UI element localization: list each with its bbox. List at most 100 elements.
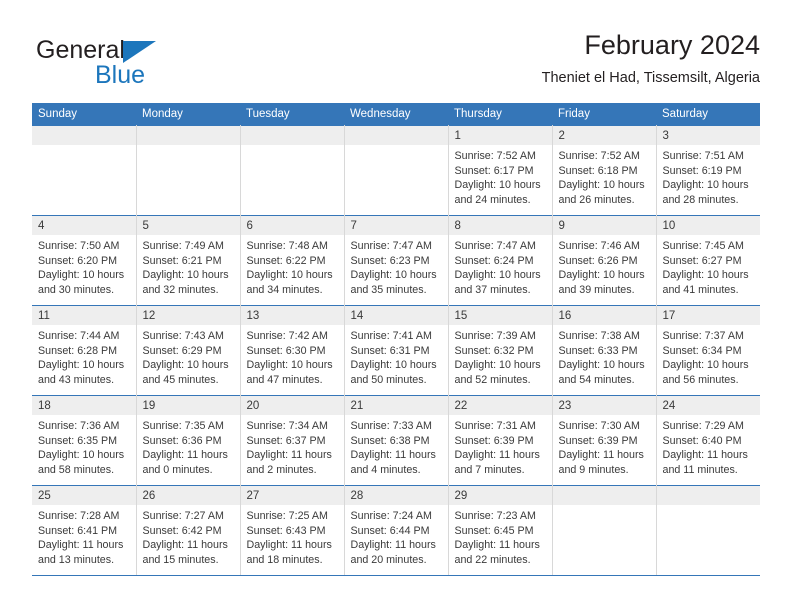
day-detail-line: Sunset: 6:22 PM — [246, 254, 326, 267]
day-detail-line: Sunrise: 7:47 AM — [454, 240, 536, 252]
day-detail-line: and 13 minutes. — [38, 553, 115, 566]
day-detail-line: Sunrise: 7:36 AM — [38, 420, 120, 432]
day-detail-line: Sunset: 6:38 PM — [350, 434, 430, 447]
calendar-day-cell[interactable]: 16 Sunrise: 7:38 AM Sunset: 6:33 PM Dayligh… — [552, 305, 657, 396]
calendar-empty-cell — [552, 485, 657, 576]
day-detail-line: Sunset: 6:35 PM — [38, 434, 118, 447]
calendar-day-cell[interactable]: 23 Sunrise: 7:30 AM Sunset: 6:39 PM Dayligh… — [552, 395, 657, 486]
day-detail-line: Daylight: 11 hours — [350, 449, 436, 462]
day-details: Sunrise: 7:44 AM Sunset: 6:28 PM Daylight:… — [32, 325, 136, 387]
calendar-day-cell[interactable]: 14 Sunrise: 7:41 AM Sunset: 6:31 PM Dayligh… — [344, 305, 449, 396]
day-detail-line: Sunrise: 7:33 AM — [350, 420, 432, 432]
day-detail-line: and 41 minutes. — [662, 283, 739, 296]
day-details — [137, 145, 240, 149]
day-number — [656, 486, 760, 505]
day-detail-line: Daylight: 10 hours — [142, 359, 229, 372]
day-detail-line: Sunset: 6:44 PM — [350, 524, 430, 537]
day-details: Sunrise: 7:47 AM Sunset: 6:23 PM Daylight:… — [345, 235, 448, 297]
calendar-day-cell[interactable]: 27 Sunrise: 7:25 AM Sunset: 6:43 PM Dayligh… — [240, 485, 345, 576]
day-detail-line: Sunrise: 7:43 AM — [142, 330, 224, 342]
day-detail-line: Sunrise: 7:29 AM — [662, 420, 744, 432]
calendar-day-cell[interactable]: 24 Sunrise: 7:29 AM Sunset: 6:40 PM Dayligh… — [656, 395, 760, 486]
calendar-day-cell[interactable]: 7 Sunrise: 7:47 AM Sunset: 6:23 PM Daylight… — [344, 215, 449, 306]
calendar-day-cell[interactable]: 28 Sunrise: 7:24 AM Sunset: 6:44 PM Dayligh… — [344, 485, 449, 576]
day-detail-line: Sunrise: 7:52 AM — [454, 150, 536, 162]
day-detail-line: Daylight: 10 hours — [350, 269, 437, 282]
day-detail-line: Sunrise: 7:49 AM — [142, 240, 224, 252]
day-details — [345, 145, 448, 149]
calendar-day-cell[interactable]: 18 Sunrise: 7:36 AM Sunset: 6:35 PM Dayligh… — [32, 395, 137, 486]
day-detail-line: and 9 minutes. — [558, 463, 629, 476]
calendar-day-cell[interactable]: 17 Sunrise: 7:37 AM Sunset: 6:34 PM Dayligh… — [656, 305, 760, 396]
day-detail-line: Daylight: 11 hours — [558, 449, 644, 462]
calendar-day-cell[interactable]: 3 Sunrise: 7:51 AM Sunset: 6:19 PM Daylight… — [656, 125, 761, 216]
calendar-day-cell[interactable]: 20 Sunrise: 7:34 AM Sunset: 6:37 PM Dayligh… — [240, 395, 345, 486]
day-detail-line: and 52 minutes. — [454, 373, 531, 386]
calendar-day-cell[interactable]: 6 Sunrise: 7:48 AM Sunset: 6:22 PM Daylight… — [240, 215, 345, 306]
day-detail-line: Daylight: 11 hours — [454, 539, 540, 552]
day-detail-line: Daylight: 11 hours — [350, 539, 436, 552]
day-detail-line: Sunset: 6:23 PM — [350, 254, 430, 267]
calendar-day-cell[interactable]: 15 Sunrise: 7:39 AM Sunset: 6:32 PM Dayligh… — [448, 305, 553, 396]
calendar-day-cell[interactable]: 22 Sunrise: 7:31 AM Sunset: 6:39 PM Dayligh… — [448, 395, 553, 486]
day-detail-line: Sunrise: 7:52 AM — [558, 150, 640, 162]
calendar-day-cell[interactable]: 12 Sunrise: 7:43 AM Sunset: 6:29 PM Dayligh… — [136, 305, 241, 396]
day-detail-line: and 2 minutes. — [246, 463, 317, 476]
day-details: Sunrise: 7:52 AM Sunset: 6:17 PM Daylight:… — [449, 145, 552, 207]
day-detail-line: Daylight: 10 hours — [454, 269, 541, 282]
day-detail-line: Sunset: 6:39 PM — [454, 434, 534, 447]
calendar-day-cell[interactable]: 9 Sunrise: 7:46 AM Sunset: 6:26 PM Daylight… — [552, 215, 657, 306]
day-detail-line: Sunset: 6:27 PM — [662, 254, 742, 267]
day-number: 1 — [448, 126, 552, 145]
day-detail-line: Sunset: 6:42 PM — [142, 524, 222, 537]
day-detail-line: Sunrise: 7:47 AM — [350, 240, 432, 252]
day-detail-line: Sunset: 6:33 PM — [558, 344, 638, 357]
day-number: 16 — [552, 306, 656, 325]
day-details: Sunrise: 7:24 AM Sunset: 6:44 PM Daylight:… — [345, 505, 448, 567]
day-detail-line: and 0 minutes. — [142, 463, 213, 476]
day-details: Sunrise: 7:31 AM Sunset: 6:39 PM Daylight:… — [449, 415, 552, 477]
calendar-day-cell[interactable]: 25 Sunrise: 7:28 AM Sunset: 6:41 PM Dayligh… — [32, 485, 137, 576]
day-detail-line: Sunrise: 7:28 AM — [38, 510, 120, 522]
calendar-day-cell[interactable]: 4 Sunrise: 7:50 AM Sunset: 6:20 PM Daylight… — [32, 215, 137, 306]
calendar-day-cell[interactable]: 1 Sunrise: 7:52 AM Sunset: 6:17 PM Daylight… — [448, 125, 553, 216]
day-number: 15 — [448, 306, 552, 325]
day-number: 21 — [344, 396, 448, 415]
weekday-header-wednesday: Wednesday — [344, 103, 448, 126]
calendar-week-row: 11 Sunrise: 7:44 AM Sunset: 6:28 PM Dayligh… — [32, 305, 760, 396]
calendar-day-cell[interactable]: 21 Sunrise: 7:33 AM Sunset: 6:38 PM Dayligh… — [344, 395, 449, 486]
calendar-day-cell[interactable]: 2 Sunrise: 7:52 AM Sunset: 6:18 PM Daylight… — [552, 125, 657, 216]
day-detail-line: Sunrise: 7:34 AM — [246, 420, 328, 432]
calendar-day-cell[interactable]: 13 Sunrise: 7:42 AM Sunset: 6:30 PM Dayligh… — [240, 305, 345, 396]
day-number: 6 — [240, 216, 344, 235]
day-detail-line: and 7 minutes. — [454, 463, 525, 476]
calendar-empty-cell — [656, 485, 760, 576]
calendar-day-cell[interactable]: 26 Sunrise: 7:27 AM Sunset: 6:42 PM Dayligh… — [136, 485, 241, 576]
day-detail-line: Daylight: 11 hours — [454, 449, 540, 462]
day-detail-line: Daylight: 10 hours — [38, 359, 125, 372]
calendar-week-row: 4 Sunrise: 7:50 AM Sunset: 6:20 PM Daylight… — [32, 215, 760, 306]
weekday-header-monday: Monday — [136, 103, 240, 126]
day-number: 22 — [448, 396, 552, 415]
calendar-day-cell[interactable]: 19 Sunrise: 7:35 AM Sunset: 6:36 PM Dayligh… — [136, 395, 241, 486]
general-blue-logo[interactable]: General Blue — [36, 36, 236, 92]
calendar-day-cell[interactable]: 29 Sunrise: 7:23 AM Sunset: 6:45 PM Dayligh… — [448, 485, 553, 576]
calendar-day-cell[interactable]: 5 Sunrise: 7:49 AM Sunset: 6:21 PM Daylight… — [136, 215, 241, 306]
day-detail-line: Daylight: 10 hours — [454, 359, 541, 372]
calendar-day-cell[interactable]: 8 Sunrise: 7:47 AM Sunset: 6:24 PM Daylight… — [448, 215, 553, 306]
day-number: 28 — [344, 486, 448, 505]
day-detail-line: and 11 minutes. — [662, 463, 738, 476]
calendar-empty-cell — [32, 125, 137, 216]
calendar-week-row: 25 Sunrise: 7:28 AM Sunset: 6:41 PM Dayligh… — [32, 485, 760, 576]
day-details: Sunrise: 7:51 AM Sunset: 6:19 PM Daylight:… — [657, 145, 761, 207]
day-detail-line: and 4 minutes. — [350, 463, 421, 476]
day-detail-line: Sunset: 6:29 PM — [142, 344, 222, 357]
day-detail-line: Daylight: 10 hours — [246, 359, 333, 372]
weekday-header-thursday: Thursday — [448, 103, 552, 126]
calendar-day-cell[interactable]: 10 Sunrise: 7:45 AM Sunset: 6:27 PM Dayligh… — [656, 215, 760, 306]
day-number — [136, 126, 240, 145]
day-detail-line: Sunset: 6:26 PM — [558, 254, 638, 267]
day-detail-line: and 37 minutes. — [454, 283, 531, 296]
weekday-header-row: Sunday Monday Tuesday Wednesday Thursday… — [32, 103, 760, 126]
calendar-day-cell[interactable]: 11 Sunrise: 7:44 AM Sunset: 6:28 PM Dayligh… — [32, 305, 137, 396]
